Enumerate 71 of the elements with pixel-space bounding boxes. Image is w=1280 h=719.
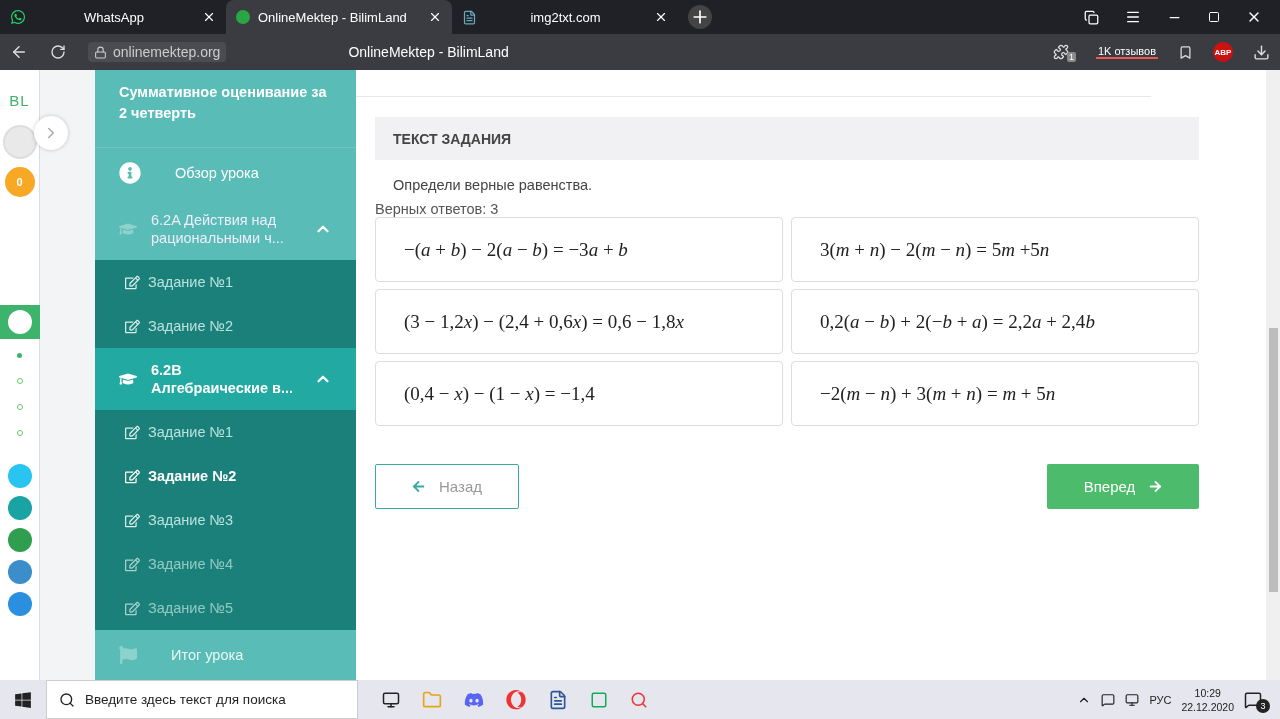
answer-option[interactable]: (3 − 1,2x) − (2,4 + 0,6x) = 0,6 − 1,8x bbox=[375, 289, 783, 354]
info-icon bbox=[119, 161, 141, 184]
app-circle[interactable] bbox=[7, 592, 32, 616]
browser-tab[interactable]: OnlineMektep - BilimLand bbox=[226, 0, 452, 34]
extension-count: 1 bbox=[1066, 52, 1076, 62]
back-button[interactable]: Назад bbox=[375, 464, 519, 509]
bookmark-icon[interactable] bbox=[1178, 44, 1193, 60]
answer-option[interactable]: 3(m + n) − 2(m − n) = 5m +5n bbox=[791, 217, 1199, 282]
taskbar-search-field[interactable]: Введите здесь текст для поиска bbox=[46, 680, 358, 719]
app-circle[interactable] bbox=[7, 496, 32, 520]
download-icon[interactable] bbox=[1253, 43, 1270, 61]
app-circle[interactable] bbox=[7, 528, 32, 552]
chat-app-icon bbox=[10, 9, 26, 25]
language-indicator[interactable]: РУС bbox=[1149, 693, 1172, 706]
edit-icon bbox=[125, 600, 140, 616]
answer-option[interactable]: −(a + b) − 2(a − b) = −3a + b bbox=[375, 217, 783, 282]
scrollbar-thumb[interactable] bbox=[1268, 328, 1278, 592]
adblock-icon[interactable]: ABP bbox=[1213, 42, 1233, 62]
clock[interactable]: 10:29 22.12.2020 bbox=[1181, 685, 1234, 714]
site-icon bbox=[236, 10, 250, 24]
tray-icon[interactable] bbox=[1101, 692, 1116, 707]
close-icon[interactable] bbox=[654, 10, 668, 24]
task-item[interactable]: Задание №1 bbox=[95, 260, 356, 304]
answer-option[interactable]: (0,4 − x) − (1 − x) = −1,4 bbox=[375, 361, 783, 426]
app-circle[interactable] bbox=[7, 560, 32, 584]
arrow-right-icon bbox=[1149, 480, 1163, 493]
task-item[interactable]: Задание №2 bbox=[95, 454, 356, 498]
sidebar-header: Суммативное оценивание за 2 четверть bbox=[95, 70, 356, 148]
edit-icon bbox=[125, 556, 140, 572]
search-icon bbox=[59, 691, 75, 708]
arrow-left-icon bbox=[412, 480, 425, 493]
tabs-icon[interactable] bbox=[1084, 9, 1099, 25]
task-item[interactable]: Задание №3 bbox=[95, 498, 356, 542]
edit-icon bbox=[125, 274, 140, 290]
network-icon[interactable] bbox=[1125, 692, 1140, 707]
edit-icon bbox=[125, 424, 140, 440]
new-tab-icon[interactable] bbox=[688, 5, 712, 29]
coins-badge: 0 bbox=[4, 167, 35, 197]
start-icon[interactable] bbox=[14, 690, 32, 709]
browser-tab[interactable]: WhatsApp bbox=[0, 0, 226, 34]
notifications-icon[interactable] bbox=[1244, 690, 1262, 709]
logo[interactable]: BL bbox=[9, 92, 30, 109]
app-tile[interactable] bbox=[0, 305, 40, 339]
document-icon bbox=[462, 9, 477, 25]
page-title: OnlineMektep - BilimLand bbox=[348, 44, 509, 60]
reload-icon[interactable] bbox=[50, 44, 66, 60]
answers-count: Верных ответов: 3 bbox=[375, 201, 500, 217]
task-item[interactable]: Задание №1 bbox=[95, 410, 356, 454]
close-icon[interactable] bbox=[202, 10, 216, 24]
edit-icon bbox=[125, 318, 140, 334]
task-item[interactable]: Задание №2 bbox=[95, 304, 356, 348]
section-heading: ТЕКСТ ЗАДАНИЯ bbox=[375, 117, 1199, 160]
document-icon[interactable] bbox=[548, 689, 568, 710]
lock-icon bbox=[94, 45, 107, 59]
reviews-link[interactable]: 1K отзывов bbox=[1095, 45, 1158, 59]
edit-icon bbox=[125, 468, 140, 484]
address-field[interactable]: onlinemektep.org bbox=[88, 42, 227, 62]
menu-icon[interactable] bbox=[1125, 9, 1141, 25]
notification-count: 3 bbox=[1256, 698, 1270, 713]
instruction-text: Определи верные равенства. bbox=[392, 176, 594, 195]
back-icon[interactable] bbox=[10, 43, 28, 61]
page-dot[interactable] bbox=[17, 353, 22, 358]
answer-option[interactable]: 0,2(a − b) + 2(−b + a) = 2,2a + 2,4b bbox=[791, 289, 1199, 354]
restore-icon[interactable] bbox=[1208, 11, 1220, 23]
extension-icon[interactable] bbox=[1052, 44, 1069, 60]
browser-tab[interactable]: img2txt.com bbox=[452, 0, 678, 34]
close-icon[interactable] bbox=[428, 10, 442, 24]
edit-icon bbox=[125, 512, 140, 528]
flag-icon bbox=[119, 646, 137, 664]
section-header[interactable]: 6.2B Алгебраические в... bbox=[95, 348, 356, 410]
answer-option[interactable]: −2(m − n) + 3(m + n) = m + 5n bbox=[791, 361, 1199, 426]
